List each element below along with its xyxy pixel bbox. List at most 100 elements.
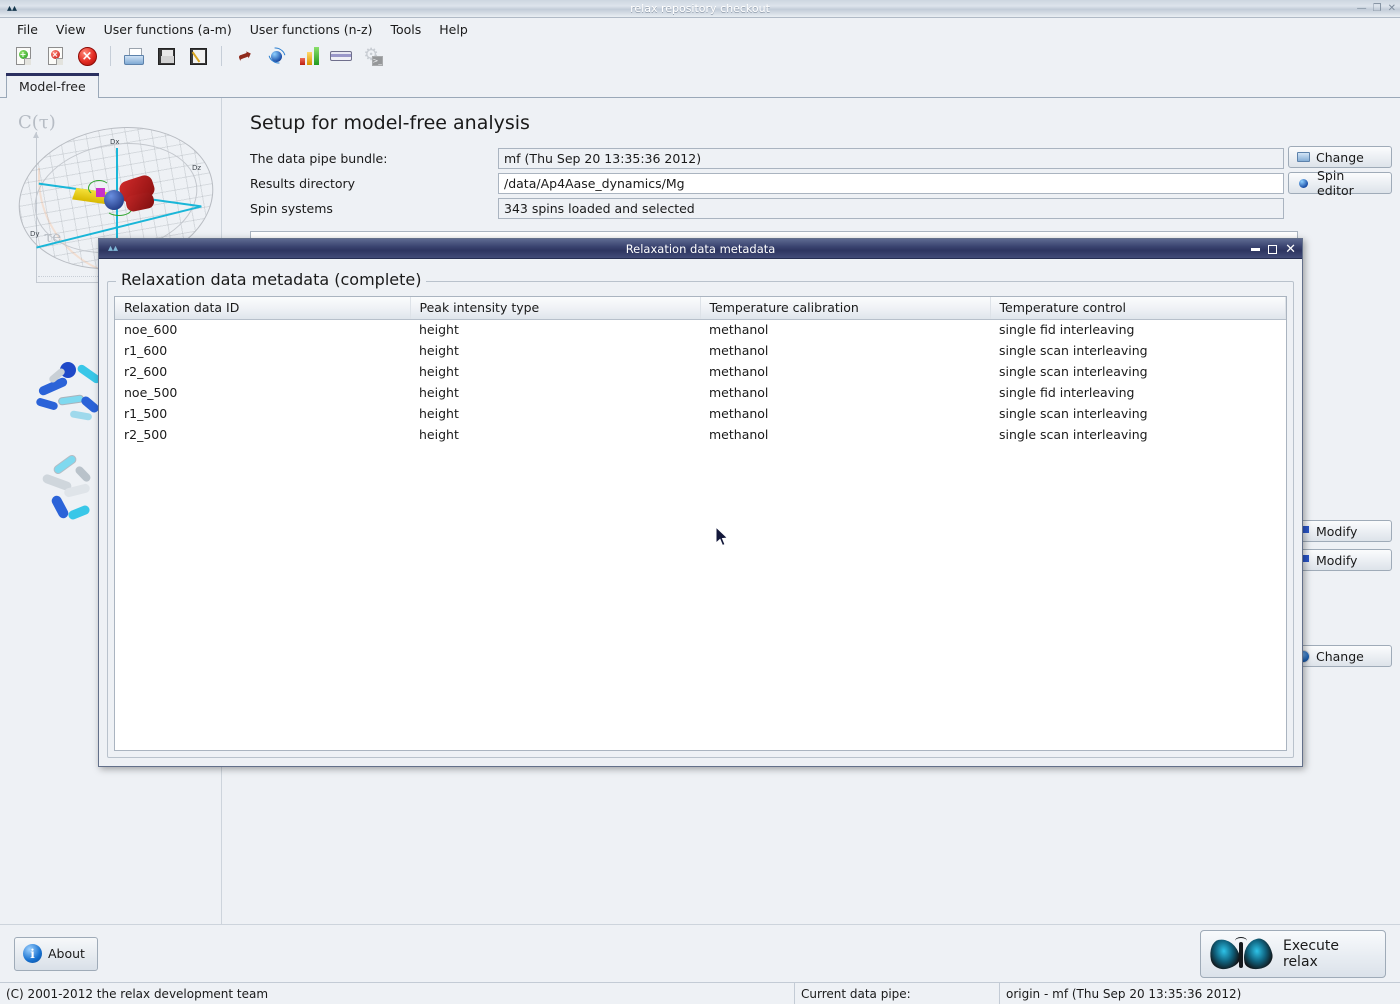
cell-temperature-calibration: methanol xyxy=(700,424,990,445)
cell-temperature-control: single scan interleaving xyxy=(990,361,1286,382)
diffusion-axis-dz-label: Dz xyxy=(192,164,201,172)
about-button[interactable]: i About xyxy=(14,937,98,971)
execute-relax-label: Execute relax xyxy=(1283,938,1371,970)
dialog-window-controls: ✕ xyxy=(1251,239,1296,259)
cell-temperature-control: single scan interleaving xyxy=(990,340,1286,361)
menu-view[interactable]: View xyxy=(47,20,95,39)
column-header-peak-intensity-type[interactable]: Peak intensity type xyxy=(410,297,700,319)
status-pipe-value: origin - mf (Thu Sep 20 13:35:36 2012) xyxy=(1000,983,1400,1004)
data-pipe-bundle-value: mf (Thu Sep 20 13:35:36 2012) xyxy=(498,148,1284,169)
modify-metadata-label: Modify xyxy=(1316,553,1357,568)
about-button-label: About xyxy=(48,946,85,961)
window-title: relax repository checkout xyxy=(0,2,1400,15)
bottom-bar: i About Execute relax xyxy=(0,924,1400,982)
cell-peak-intensity-type: height xyxy=(410,403,700,424)
info-icon: i xyxy=(23,944,42,963)
change-results-directory-label: Change xyxy=(1316,150,1364,165)
toolbar-separator-2 xyxy=(221,46,222,66)
menu-user-functions-nz[interactable]: User functions (n-z) xyxy=(241,20,382,39)
column-header-temperature-control[interactable]: Temperature control xyxy=(990,297,1286,319)
spin-viewer-icon[interactable] xyxy=(262,42,292,70)
spin-systems-label: Spin systems xyxy=(250,201,498,216)
field-row-data-pipe-bundle: The data pipe bundle: mf (Thu Sep 20 13:… xyxy=(250,146,1400,171)
prompt-icon[interactable]: ⚙>_ xyxy=(358,42,388,70)
metadata-groupbox-title: Relaxation data metadata (complete) xyxy=(116,270,426,289)
dialog-title: Relaxation data metadata xyxy=(99,242,1302,256)
cell-temperature-control: single fid interleaving xyxy=(990,382,1286,403)
toolbar: + × × ➦ ⚙>_ xyxy=(0,40,1400,72)
change-results-directory-button[interactable]: Change xyxy=(1288,146,1392,168)
close-button[interactable]: ✕ xyxy=(1388,4,1396,14)
table-row[interactable]: r2_500 height methanol single scan inter… xyxy=(115,424,1286,445)
cell-temperature-control: single scan interleaving xyxy=(990,403,1286,424)
cell-peak-intensity-type: height xyxy=(410,319,700,340)
table-row[interactable]: noe_600 height methanol single fid inter… xyxy=(115,319,1286,340)
table-row[interactable]: r1_600 height methanol single scan inter… xyxy=(115,340,1286,361)
toolbar-separator xyxy=(110,46,111,66)
menu-file[interactable]: File xyxy=(8,20,47,39)
open-state-icon[interactable] xyxy=(119,42,149,70)
cell-peak-intensity-type: height xyxy=(410,340,700,361)
table-row[interactable]: noe_500 height methanol single fid inter… xyxy=(115,382,1286,403)
folder-icon xyxy=(1297,152,1310,162)
dialog-maximize-button[interactable] xyxy=(1268,245,1277,254)
spin-editor-button[interactable]: Spin editor xyxy=(1288,172,1392,194)
side-button-column-3: Change xyxy=(1288,645,1392,667)
results-directory-label: Results directory xyxy=(250,176,498,191)
status-copyright: (C) 2001-2012 the relax development team xyxy=(0,983,795,1004)
data-pipe-bundle-label: The data pipe bundle: xyxy=(250,151,498,166)
butterfly-icon xyxy=(1209,936,1273,972)
cell-peak-intensity-type: height xyxy=(410,361,700,382)
modify-relaxation-data-label: Modify xyxy=(1316,524,1357,539)
menubar: File View User functions (a-m) User func… xyxy=(0,18,1400,40)
table-row[interactable]: r2_600 height methanol single scan inter… xyxy=(115,361,1286,382)
modify-relaxation-data-button[interactable]: Modify xyxy=(1288,520,1392,542)
metadata-table-container[interactable]: Relaxation data ID Peak intensity type T… xyxy=(114,296,1287,751)
cell-relaxation-data-id: noe_500 xyxy=(115,382,410,403)
menu-help[interactable]: Help xyxy=(430,20,477,39)
field-row-results-directory: Results directory /data/Ap4Aase_dynamics… xyxy=(250,171,1400,196)
molecule-structure-graphic xyxy=(86,176,156,222)
results-viewer-icon[interactable] xyxy=(294,42,324,70)
cell-relaxation-data-id: noe_600 xyxy=(115,319,410,340)
cell-peak-intensity-type: height xyxy=(410,382,700,403)
execute-relax-button[interactable]: Execute relax xyxy=(1200,930,1386,978)
page-title: Setup for model-free analysis xyxy=(250,112,1400,134)
change-settings-button[interactable]: Change xyxy=(1288,645,1392,667)
side-button-column: Change Spin editor xyxy=(1288,146,1392,194)
cell-relaxation-data-id: r2_500 xyxy=(115,424,410,445)
cell-temperature-calibration: methanol xyxy=(700,340,990,361)
dialog-close-button[interactable]: ✕ xyxy=(1285,243,1296,256)
diffusion-axis-dy-label: Dy xyxy=(30,230,40,238)
modify-metadata-button[interactable]: Modify xyxy=(1288,549,1392,571)
cell-temperature-calibration: methanol xyxy=(700,361,990,382)
menu-tools[interactable]: Tools xyxy=(381,20,430,39)
column-header-temperature-calibration[interactable]: Temperature calibration xyxy=(700,297,990,319)
correlation-function-label: C(τ) xyxy=(18,112,56,133)
tab-model-free[interactable]: Model-free xyxy=(6,73,99,98)
tab-model-free-label: Model-free xyxy=(19,79,86,94)
diffusion-axis-dx-label: Dx xyxy=(110,138,120,146)
rocket-icon[interactable]: ➦ xyxy=(230,42,260,70)
new-analysis-icon[interactable]: + xyxy=(8,42,38,70)
menu-user-functions-am[interactable]: User functions (a-m) xyxy=(95,20,241,39)
cell-temperature-calibration: methanol xyxy=(700,382,990,403)
results-directory-input[interactable]: /data/Ap4Aase_dynamics/Mg xyxy=(498,173,1284,194)
close-all-analyses-icon[interactable]: × xyxy=(72,42,102,70)
change-settings-label: Change xyxy=(1316,649,1364,664)
metadata-table: Relaxation data ID Peak intensity type T… xyxy=(115,297,1286,445)
maximize-button[interactable]: ❐ xyxy=(1373,4,1382,14)
table-header-row: Relaxation data ID Peak intensity type T… xyxy=(115,297,1286,319)
table-row[interactable]: r1_500 height methanol single scan inter… xyxy=(115,403,1286,424)
data-pipe-editor-icon[interactable] xyxy=(326,42,356,70)
cell-temperature-calibration: methanol xyxy=(700,403,990,424)
column-header-relaxation-data-id[interactable]: Relaxation data ID xyxy=(115,297,410,319)
minimize-button[interactable]: — xyxy=(1357,4,1367,14)
save-state-as-icon[interactable] xyxy=(183,42,213,70)
dialog-titlebar: ▴▴ Relaxation data metadata ✕ xyxy=(99,239,1302,259)
dialog-minimize-button[interactable] xyxy=(1251,248,1260,251)
save-state-icon[interactable] xyxy=(151,42,181,70)
cell-temperature-calibration: methanol xyxy=(700,319,990,340)
dialog-body: Relaxation data metadata (complete) Rela… xyxy=(99,259,1302,766)
close-analysis-icon[interactable]: × xyxy=(40,42,70,70)
